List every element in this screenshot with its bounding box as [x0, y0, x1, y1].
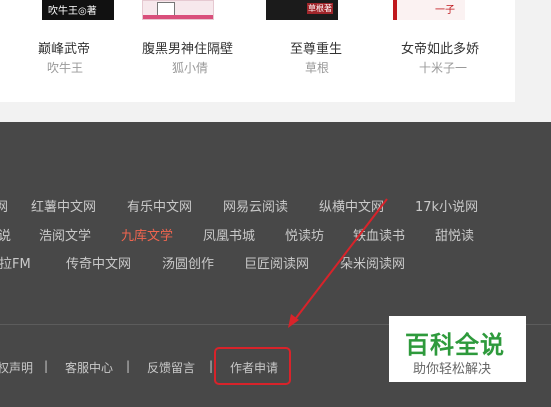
- watermark-logo: 百科全说 助你轻松解决: [389, 316, 526, 382]
- watermark-subtitle: 助你轻松解决: [413, 362, 492, 377]
- watermark-title: 百科全说: [405, 331, 505, 359]
